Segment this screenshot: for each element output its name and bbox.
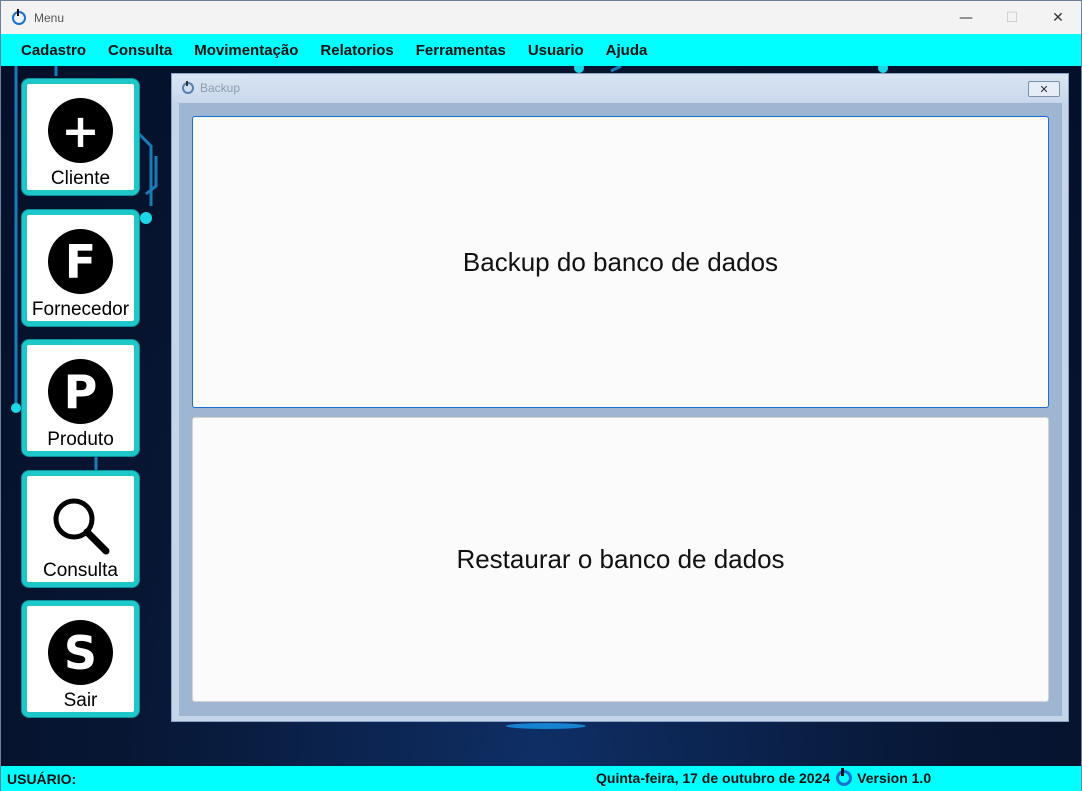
backup-body: Backup do banco de dados Restaurar o ban… <box>179 103 1062 716</box>
menu-cadastro[interactable]: Cadastro <box>10 42 97 59</box>
menu-usuario[interactable]: Usuario <box>517 42 595 59</box>
letter-s-circle-icon: S <box>48 620 113 685</box>
menu-ferramentas[interactable]: Ferramentas <box>405 42 517 59</box>
window-controls: — ☐ ✕ <box>943 1 1081 34</box>
menu-bar: Cadastro Consulta Movimentação Relatorio… <box>1 34 1081 66</box>
power-icon <box>836 768 853 786</box>
consulta-label: Consulta <box>43 560 118 581</box>
window-title: Menu <box>34 10 65 25</box>
close-icon: ✕ <box>1052 9 1064 26</box>
power-icon <box>182 81 194 94</box>
close-window-button[interactable]: ✕ <box>1035 1 1081 34</box>
letter-f-circle-icon: F <box>48 229 113 294</box>
main-window: Menu — ☐ ✕ Cadastro Consulta Movimentaçã… <box>0 0 1082 791</box>
search-icon <box>53 498 110 555</box>
backup-close-button[interactable]: ✕ <box>1028 81 1060 97</box>
status-bar: USUÁRIO: Quinta-feira, 17 de outubro de … <box>1 766 1081 791</box>
minimize-button[interactable]: — <box>943 1 989 34</box>
user-label: USUÁRIO: <box>7 771 77 787</box>
restore-database-button[interactable]: Restaurar o banco de dados <box>192 417 1049 702</box>
backup-window-title: Backup <box>200 81 241 95</box>
status-info: Quinta-feira, 17 de outubro de 2024 Vers… <box>596 768 932 786</box>
maximize-icon: ☐ <box>1005 9 1019 26</box>
plus-circle-icon: + <box>48 98 113 163</box>
sair-button[interactable]: S Sair <box>22 601 139 717</box>
backup-database-button[interactable]: Backup do banco de dados <box>192 116 1049 408</box>
menu-ajuda[interactable]: Ajuda <box>595 42 659 59</box>
fornecedor-label: Fornecedor <box>31 299 130 320</box>
cliente-button[interactable]: + Cliente <box>22 79 139 195</box>
menu-relatorios[interactable]: Relatorios <box>309 42 404 59</box>
cliente-label: Cliente <box>50 168 111 189</box>
produto-button[interactable]: P Produto <box>22 340 139 456</box>
menu-movimentacao[interactable]: Movimentação <box>183 42 309 59</box>
backup-title-bar: Backup ✕ <box>172 74 1068 102</box>
version-text: Version 1.0 <box>857 770 932 786</box>
produto-label: Produto <box>47 429 114 450</box>
minimize-icon: — <box>959 9 973 26</box>
date-text: Quinta-feira, 17 de outubro de 2024 <box>596 770 831 786</box>
title-bar: Menu — ☐ ✕ <box>1 1 1081 34</box>
letter-p-circle-icon: P <box>48 359 113 424</box>
sair-label: Sair <box>63 690 98 711</box>
menu-consulta[interactable]: Consulta <box>97 42 183 59</box>
fornecedor-button[interactable]: F Fornecedor <box>22 210 139 326</box>
power-icon <box>12 8 26 25</box>
maximize-button[interactable]: ☐ <box>989 1 1035 34</box>
consulta-button[interactable]: Consulta <box>22 471 139 587</box>
backup-window: Backup ✕ Backup do banco de dados Restau… <box>171 73 1069 722</box>
